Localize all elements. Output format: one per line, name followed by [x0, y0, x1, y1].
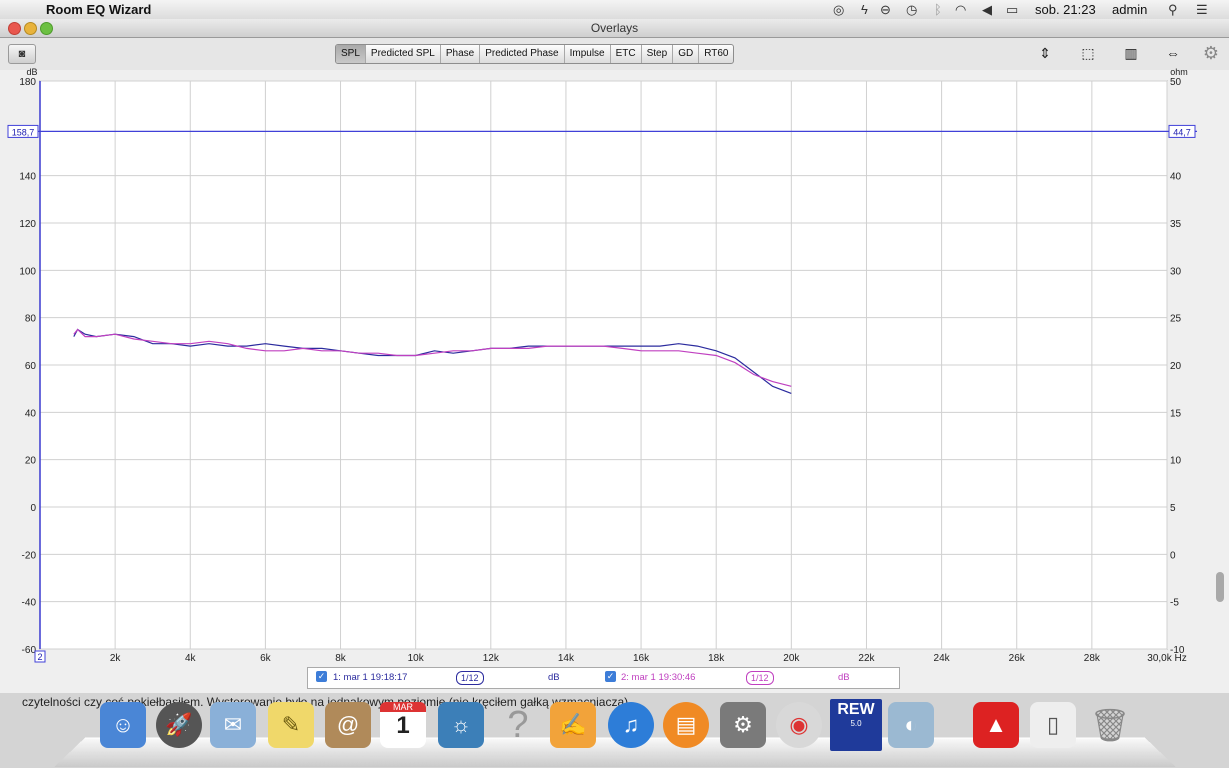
- rew-label: REW: [837, 701, 875, 718]
- y-axis-label-right: ohm: [1170, 67, 1188, 77]
- x-tick-label: 16k: [633, 653, 650, 664]
- y-tick-label-left: 100: [19, 266, 36, 277]
- x-tick-label: 12k: [483, 653, 500, 664]
- y-tick-label-left: 120: [19, 219, 36, 230]
- legend: ✓ 1: mar 1 19:18:17 1/12 dB ✓ 2: mar 1 1…: [307, 667, 900, 689]
- itunes-icon[interactable]: ♫: [608, 702, 654, 748]
- series-2-unit: dB: [838, 672, 850, 683]
- x-tick-label: 10k: [408, 653, 425, 664]
- calendar-icon[interactable]: MAR 1: [380, 702, 426, 748]
- spl-chart[interactable]: 2k 4k 6k 8k 10k 12k 14k 16k 18k 20k 22k 24k 26k 28k 30…: [0, 19, 1229, 669]
- vertical-scrollbar[interactable]: [1216, 572, 1224, 602]
- iphoto-icon[interactable]: ☼: [438, 702, 484, 748]
- system-preferences-icon[interactable]: ⚙: [720, 702, 766, 748]
- spotlight-icon[interactable]: ⚲: [1168, 2, 1178, 18]
- wifi-icon[interactable]: ◠: [955, 2, 966, 18]
- clock[interactable]: sob. 21:23: [1035, 2, 1096, 17]
- y-tick-label-right: 35: [1170, 219, 1182, 230]
- series-1-checkbox[interactable]: ✓: [316, 671, 327, 682]
- x-min-label: 2: [37, 652, 42, 662]
- y-tick-label-left: 20: [25, 456, 37, 467]
- y-tick-label-left: 80: [25, 314, 37, 325]
- series-1-smoothing[interactable]: 1/12: [456, 671, 484, 685]
- x-tick-label: 6k: [260, 653, 272, 664]
- file-icon[interactable]: ▯: [1030, 702, 1076, 748]
- contacts-icon[interactable]: @: [325, 702, 371, 748]
- mail-icon[interactable]: ✉: [210, 702, 256, 748]
- x-tick-label: 18k: [708, 653, 725, 664]
- rew-version: 5.0: [850, 719, 862, 728]
- creative-cloud-icon[interactable]: ◎: [833, 2, 844, 18]
- finder-icon[interactable]: ☺: [100, 702, 146, 748]
- pages-icon[interactable]: ✍: [550, 702, 596, 748]
- x-tick-label: 20k: [783, 653, 800, 664]
- series-2-label: 2: mar 1 19:30:46: [621, 672, 696, 683]
- x-tick-label: 2k: [110, 653, 122, 664]
- x-tick-label: 14k: [558, 653, 575, 664]
- y-tick-label-left: 180: [19, 77, 36, 88]
- y-tick-label-left: 40: [25, 408, 37, 419]
- help-icon[interactable]: ?: [495, 702, 541, 748]
- flash-icon[interactable]: ϟ: [861, 2, 868, 17]
- trash-icon[interactable]: 🗑: [1087, 702, 1133, 748]
- series-1-unit: dB: [548, 672, 560, 683]
- notification-icon[interactable]: ☰: [1196, 2, 1208, 18]
- x-tick-label: 22k: [858, 653, 875, 664]
- series-2-smoothing[interactable]: 1/12: [746, 671, 774, 685]
- y-tick-label-right: 15: [1170, 408, 1182, 419]
- app-name-menu[interactable]: Room EQ Wizard: [46, 2, 151, 17]
- x-tick-label: 26k: [1009, 653, 1026, 664]
- bluetooth-icon[interactable]: ᛒ: [934, 2, 942, 17]
- y-tick-label-right: 50: [1170, 77, 1182, 88]
- y-tick-label-right: 25: [1170, 314, 1182, 325]
- battery-icon[interactable]: ▭: [1006, 2, 1018, 18]
- ibooks-icon[interactable]: ▤: [663, 702, 709, 748]
- y-axis-label-left: dB: [26, 67, 37, 77]
- calendar-month: MAR: [380, 702, 426, 712]
- notes-icon[interactable]: ✎: [268, 702, 314, 748]
- x-tick-label: 24k: [934, 653, 951, 664]
- series-1-label: 1: mar 1 19:18:17: [333, 672, 408, 683]
- y-tick-label-left: 140: [19, 172, 36, 183]
- y-tick-label-right: 10: [1170, 456, 1182, 467]
- y-tick-label-right: -10: [1170, 645, 1185, 656]
- x-tick-label: 8k: [335, 653, 347, 664]
- y-tick-label-left: -60: [22, 645, 37, 656]
- y-tick-label-left: -40: [22, 598, 37, 609]
- y-tick-label-right: 0: [1170, 550, 1176, 561]
- user-menu[interactable]: admin: [1112, 2, 1147, 17]
- adobe-air-icon[interactable]: ▲: [973, 702, 1019, 748]
- chrome-icon[interactable]: ◉: [776, 702, 822, 748]
- y-tick-label-right: 20: [1170, 361, 1182, 372]
- volume-icon[interactable]: ◀: [982, 2, 992, 18]
- series-2-checkbox[interactable]: ✓: [605, 671, 616, 682]
- menu-bar: Room EQ Wizard ◎ ϟ ⊖ ◷ ᛒ ◠ ◀ ▭ sob. 21:2…: [0, 0, 1229, 20]
- calendar-day: 1: [396, 712, 410, 739]
- cursor-value-right: 44,7: [1173, 127, 1191, 137]
- time-machine-icon[interactable]: ◷: [906, 2, 917, 18]
- x-tick-label: 28k: [1084, 653, 1101, 664]
- launchpad-icon[interactable]: 🚀: [156, 702, 202, 748]
- y-tick-label-right: 5: [1170, 503, 1176, 514]
- y-tick-label-left: 0: [30, 503, 36, 514]
- y-tick-label-left: -20: [22, 550, 37, 561]
- rew-icon[interactable]: REW 5.0: [830, 699, 882, 751]
- y-tick-label-left: 60: [25, 361, 37, 372]
- preview-icon[interactable]: ◐: [888, 702, 934, 748]
- y-tick-label-right: 40: [1170, 172, 1182, 183]
- y-tick-label-right: 30: [1170, 266, 1182, 277]
- cursor-value-left: 158,7: [12, 127, 35, 137]
- x-tick-label: 4k: [185, 653, 197, 664]
- sync-icon[interactable]: ⊖: [880, 2, 891, 18]
- y-tick-label-right: -5: [1170, 598, 1179, 609]
